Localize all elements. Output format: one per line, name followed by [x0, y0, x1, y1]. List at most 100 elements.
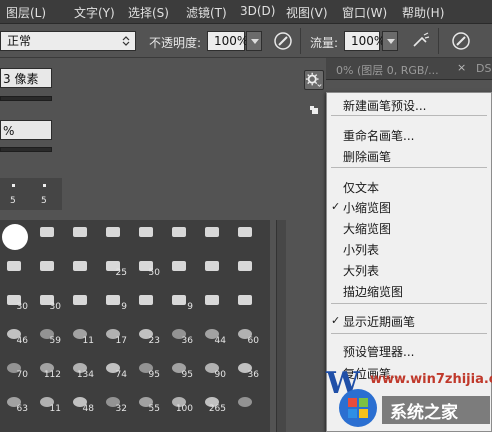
brush-preset-cell[interactable]	[198, 224, 228, 244]
menu-type[interactable]: 文字(Y)	[74, 4, 115, 21]
brush-preset-cell[interactable]: 59	[33, 326, 63, 346]
brush-preset-cell[interactable]: 63	[0, 394, 30, 414]
menu-filter[interactable]: 滤镜(T)	[186, 4, 227, 21]
pressure-opacity-icon[interactable]	[272, 30, 294, 52]
flow-field[interactable]: 100%	[344, 31, 385, 51]
brush-preset-cell[interactable]	[198, 292, 228, 312]
opacity-field[interactable]: 100%	[207, 31, 249, 51]
chevron-updown-icon	[122, 36, 130, 46]
brush-preset-cell[interactable]: 36	[231, 360, 261, 380]
recent-brush-dot[interactable]	[12, 184, 15, 187]
blend-mode-value: 正常	[7, 34, 32, 48]
menu-item-delete-brush[interactable]: 删除画笔	[343, 148, 391, 165]
menu-item-small-thumbnail[interactable]: 小缩览图	[343, 199, 391, 216]
menu-item-stroke-thumbnail[interactable]: 描边缩览图	[343, 283, 403, 300]
brush-preset-cell[interactable]: 30	[0, 292, 30, 312]
document-tab-title[interactable]: 0% (图层 0, RGB/...	[336, 62, 439, 78]
next-document-tab[interactable]: DS	[476, 62, 491, 75]
brush-preset-cell[interactable]: 100	[165, 394, 195, 414]
brush-preset-cell[interactable]	[0, 224, 30, 250]
menu-item-rename-brush[interactable]: 重命名画笔...	[343, 127, 414, 144]
brush-preset-cell[interactable]	[33, 258, 63, 278]
brush-preset-cell[interactable]: 60	[231, 326, 261, 346]
airbrush-icon[interactable]	[410, 30, 432, 52]
menu-help[interactable]: 帮助(H)	[402, 4, 444, 21]
menu-select[interactable]: 选择(S)	[128, 4, 169, 21]
brush-preset-cell[interactable]: 74	[99, 360, 129, 380]
brush-preset-cell[interactable]: 265	[198, 394, 228, 414]
brush-preset-cell[interactable]	[198, 258, 228, 278]
hardness-field[interactable]: %	[0, 120, 52, 140]
brush-preset-cell[interactable]: 11	[66, 326, 96, 346]
brush-preset-cell[interactable]	[99, 224, 129, 244]
brush-preset-cell[interactable]: 44	[198, 326, 228, 346]
brush-preset-cell[interactable]	[0, 258, 30, 278]
brush-size-slider[interactable]	[0, 96, 52, 101]
brush-preset-cell[interactable]	[231, 224, 261, 244]
brush-preset-cell[interactable]: 9	[99, 292, 129, 312]
close-icon[interactable]: ×	[457, 61, 466, 74]
new-preset-icon[interactable]	[310, 106, 320, 116]
brush-size-label: 95	[181, 370, 193, 380]
opacity-dropdown-button[interactable]	[246, 31, 262, 51]
brush-tip-thumbnail	[139, 227, 153, 237]
menu-view[interactable]: 视图(V)	[286, 4, 328, 21]
brush-preset-cell[interactable]	[132, 224, 162, 244]
brush-size-label: 36	[247, 370, 259, 380]
brush-preset-cell[interactable]	[66, 258, 96, 278]
brush-preset-cell[interactable]	[231, 394, 261, 414]
brush-panel-menu-button[interactable]	[304, 70, 324, 90]
brush-preset-cell[interactable]	[165, 258, 195, 278]
brush-preset-cell[interactable]: 48	[66, 394, 96, 414]
brush-preset-cell[interactable]: 25	[99, 258, 129, 278]
menu-3d[interactable]: 3D(D)	[240, 4, 275, 18]
brush-preset-cell[interactable]	[132, 292, 162, 312]
hardness-slider[interactable]	[0, 147, 52, 152]
brush-preset-cell[interactable]	[231, 292, 261, 312]
brush-preset-cell[interactable]: 50	[132, 258, 162, 278]
menu-layer[interactable]: 图层(L)	[6, 4, 46, 21]
divider	[300, 28, 301, 54]
brush-preset-cell[interactable]: 95	[165, 360, 195, 380]
blend-mode-select[interactable]: 正常	[0, 31, 136, 51]
brush-preset-cell[interactable]: 36	[165, 326, 195, 346]
menu-window[interactable]: 窗口(W)	[342, 4, 387, 21]
menu-item-large-list[interactable]: 大列表	[343, 262, 379, 279]
brush-preset-cell[interactable]	[66, 224, 96, 244]
brush-preset-cell[interactable]: 134	[66, 360, 96, 380]
brush-preset-cell[interactable]: 11	[33, 394, 63, 414]
brush-preset-cell[interactable]: 55	[132, 394, 162, 414]
brush-size-field[interactable]: 3 像素	[0, 68, 52, 88]
menu-item-show-recent-brushes[interactable]: 显示近期画笔	[343, 313, 415, 330]
brush-preset-cell[interactable]: 90	[198, 360, 228, 380]
brush-preset-cell[interactable]	[231, 258, 261, 278]
brush-grid-scrollbar[interactable]	[276, 220, 286, 432]
brush-preset-cell[interactable]: 46	[0, 326, 30, 346]
menu-item-text-only[interactable]: 仅文本	[343, 179, 379, 196]
recent-brush-dot[interactable]	[43, 184, 46, 187]
brush-preset-cell[interactable]: 30	[33, 292, 63, 312]
brush-size-label: 50	[148, 268, 160, 278]
brush-tip-thumbnail	[7, 261, 21, 271]
opacity-value: 100%	[214, 34, 249, 48]
brush-tip-thumbnail	[238, 227, 252, 237]
menu-item-preset-manager[interactable]: 预设管理器...	[343, 343, 414, 360]
brush-preset-cell[interactable]	[33, 224, 63, 244]
brush-preset-cell[interactable]: 23	[132, 326, 162, 346]
menu-item-new-brush-preset[interactable]: 新建画笔预设...	[343, 97, 426, 114]
brush-preset-cell[interactable]: 95	[132, 360, 162, 380]
brush-preset-cell[interactable]: 112	[33, 360, 63, 380]
brush-preset-cell[interactable]	[66, 292, 96, 312]
menu-item-large-thumbnail[interactable]: 大缩览图	[343, 220, 391, 237]
brush-preset-cell[interactable]: 17	[99, 326, 129, 346]
pressure-size-icon[interactable]	[450, 30, 472, 52]
brush-preset-cell[interactable]: 32	[99, 394, 129, 414]
brush-preset-cell[interactable]: 70	[0, 360, 30, 380]
brush-preset-cell[interactable]	[165, 224, 195, 244]
brush-preset-cell[interactable]: 9	[165, 292, 195, 312]
flow-dropdown-button[interactable]	[382, 31, 398, 51]
menu-item-small-list[interactable]: 小列表	[343, 241, 379, 258]
watermark-brand: 系统之家	[390, 403, 458, 423]
brush-tip-thumbnail	[40, 261, 54, 271]
brush-size-label: 30	[49, 302, 61, 312]
